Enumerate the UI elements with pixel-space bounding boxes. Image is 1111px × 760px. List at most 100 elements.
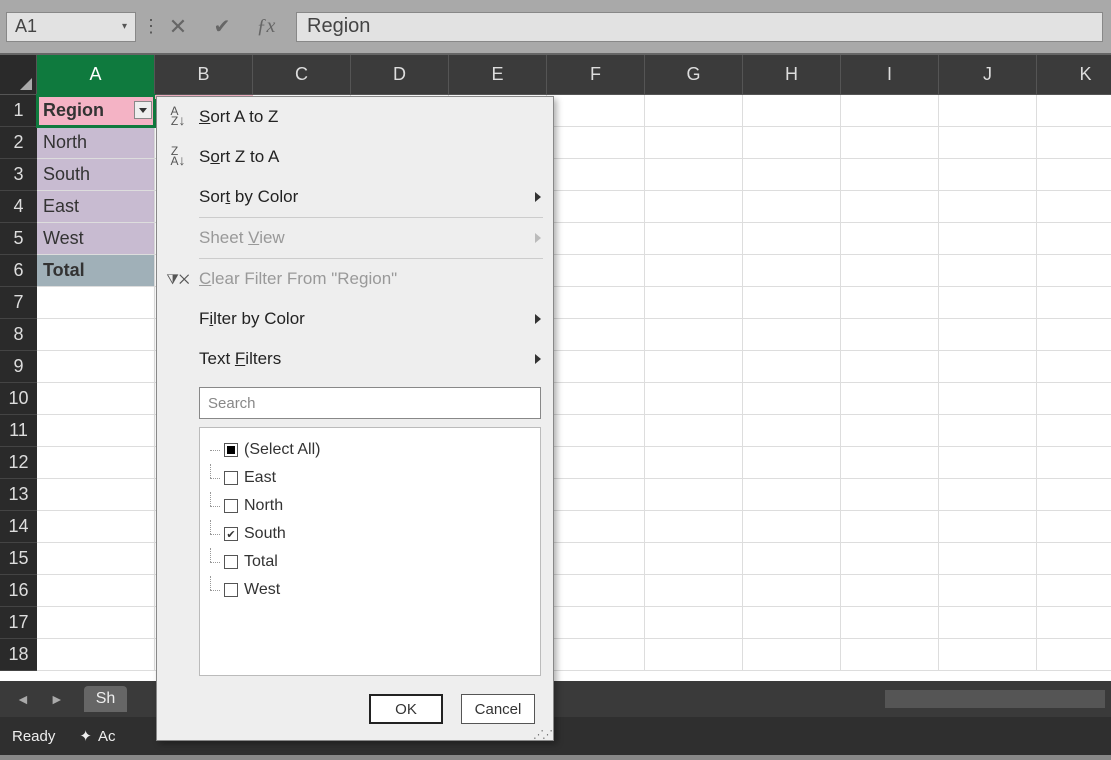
cell-K14[interactable] bbox=[1037, 511, 1111, 543]
cell-F5[interactable] bbox=[547, 223, 645, 255]
cell-F18[interactable] bbox=[547, 639, 645, 671]
cell-H5[interactable] bbox=[743, 223, 841, 255]
cell-H15[interactable] bbox=[743, 543, 841, 575]
column-header-A[interactable]: A bbox=[37, 55, 155, 95]
cell-H17[interactable] bbox=[743, 607, 841, 639]
cell-F2[interactable] bbox=[547, 127, 645, 159]
cell-J16[interactable] bbox=[939, 575, 1037, 607]
cell-G3[interactable] bbox=[645, 159, 743, 191]
autofilter-dropdown-button[interactable] bbox=[134, 101, 152, 119]
cell-I17[interactable] bbox=[841, 607, 939, 639]
cell-F7[interactable] bbox=[547, 287, 645, 319]
row-header-3[interactable]: 3 bbox=[0, 159, 37, 191]
cell-J3[interactable] bbox=[939, 159, 1037, 191]
cell-A1[interactable]: Region bbox=[37, 95, 155, 127]
formula-input[interactable]: Region bbox=[296, 12, 1103, 42]
cell-A3[interactable]: South bbox=[37, 159, 155, 191]
cell-J12[interactable] bbox=[939, 447, 1037, 479]
filter-option[interactable]: (Select All) bbox=[204, 436, 536, 464]
cell-G15[interactable] bbox=[645, 543, 743, 575]
ok-button[interactable]: OK bbox=[369, 694, 443, 724]
row-header-12[interactable]: 12 bbox=[0, 447, 37, 479]
cell-G8[interactable] bbox=[645, 319, 743, 351]
row-header-14[interactable]: 14 bbox=[0, 511, 37, 543]
cell-H6[interactable] bbox=[743, 255, 841, 287]
filter-option[interactable]: East bbox=[204, 464, 536, 492]
filter-option[interactable]: Total bbox=[204, 548, 536, 576]
cell-I2[interactable] bbox=[841, 127, 939, 159]
filter-option[interactable]: North bbox=[204, 492, 536, 520]
column-header-B[interactable]: B bbox=[155, 55, 253, 95]
filter-option[interactable]: West bbox=[204, 576, 536, 604]
cell-K3[interactable] bbox=[1037, 159, 1111, 191]
cell-I12[interactable] bbox=[841, 447, 939, 479]
cell-H14[interactable] bbox=[743, 511, 841, 543]
filter-search-input[interactable]: Search bbox=[199, 387, 541, 419]
cell-A9[interactable] bbox=[37, 351, 155, 383]
select-all-corner[interactable] bbox=[0, 55, 37, 95]
row-header-6[interactable]: 6 bbox=[0, 255, 37, 287]
cell-F15[interactable] bbox=[547, 543, 645, 575]
cell-K2[interactable] bbox=[1037, 127, 1111, 159]
row-header-16[interactable]: 16 bbox=[0, 575, 37, 607]
row-header-7[interactable]: 7 bbox=[0, 287, 37, 319]
cell-F8[interactable] bbox=[547, 319, 645, 351]
row-header-11[interactable]: 11 bbox=[0, 415, 37, 447]
cell-F1[interactable] bbox=[547, 95, 645, 127]
cell-G9[interactable] bbox=[645, 351, 743, 383]
cell-J11[interactable] bbox=[939, 415, 1037, 447]
cell-A8[interactable] bbox=[37, 319, 155, 351]
cell-J1[interactable] bbox=[939, 95, 1037, 127]
row-header-17[interactable]: 17 bbox=[0, 607, 37, 639]
cell-F6[interactable] bbox=[547, 255, 645, 287]
checkbox[interactable] bbox=[224, 527, 238, 541]
cell-I4[interactable] bbox=[841, 191, 939, 223]
cell-A15[interactable] bbox=[37, 543, 155, 575]
cell-J14[interactable] bbox=[939, 511, 1037, 543]
cell-A17[interactable] bbox=[37, 607, 155, 639]
cell-A12[interactable] bbox=[37, 447, 155, 479]
cell-I1[interactable] bbox=[841, 95, 939, 127]
cell-K15[interactable] bbox=[1037, 543, 1111, 575]
filter-by-color[interactable]: Filter by Color bbox=[157, 299, 553, 339]
cell-F13[interactable] bbox=[547, 479, 645, 511]
cell-I11[interactable] bbox=[841, 415, 939, 447]
cell-H11[interactable] bbox=[743, 415, 841, 447]
cell-A18[interactable] bbox=[37, 639, 155, 671]
cell-G11[interactable] bbox=[645, 415, 743, 447]
cell-I6[interactable] bbox=[841, 255, 939, 287]
cell-G13[interactable] bbox=[645, 479, 743, 511]
cell-F10[interactable] bbox=[547, 383, 645, 415]
confirm-edit-button[interactable]: ✔ bbox=[200, 0, 244, 54]
row-header-1[interactable]: 1 bbox=[0, 95, 37, 127]
formula-bar-separator[interactable]: ⋮ bbox=[142, 16, 156, 37]
cell-F12[interactable] bbox=[547, 447, 645, 479]
cell-J13[interactable] bbox=[939, 479, 1037, 511]
row-header-18[interactable]: 18 bbox=[0, 639, 37, 671]
cell-I14[interactable] bbox=[841, 511, 939, 543]
cell-H16[interactable] bbox=[743, 575, 841, 607]
cell-A16[interactable] bbox=[37, 575, 155, 607]
cell-K16[interactable] bbox=[1037, 575, 1111, 607]
checkbox[interactable] bbox=[224, 499, 238, 513]
cell-H7[interactable] bbox=[743, 287, 841, 319]
cell-J8[interactable] bbox=[939, 319, 1037, 351]
cell-H8[interactable] bbox=[743, 319, 841, 351]
cell-I18[interactable] bbox=[841, 639, 939, 671]
cell-K10[interactable] bbox=[1037, 383, 1111, 415]
cell-F4[interactable] bbox=[547, 191, 645, 223]
cancel-button[interactable]: Cancel bbox=[461, 694, 535, 724]
column-header-I[interactable]: I bbox=[841, 55, 939, 95]
cell-H1[interactable] bbox=[743, 95, 841, 127]
cell-G5[interactable] bbox=[645, 223, 743, 255]
cell-H2[interactable] bbox=[743, 127, 841, 159]
cell-A13[interactable] bbox=[37, 479, 155, 511]
cell-G4[interactable] bbox=[645, 191, 743, 223]
column-header-E[interactable]: E bbox=[449, 55, 547, 95]
cell-A6[interactable]: Total bbox=[37, 255, 155, 287]
checkbox[interactable] bbox=[224, 471, 238, 485]
cell-K5[interactable] bbox=[1037, 223, 1111, 255]
cell-K12[interactable] bbox=[1037, 447, 1111, 479]
column-header-K[interactable]: K bbox=[1037, 55, 1111, 95]
cell-J4[interactable] bbox=[939, 191, 1037, 223]
